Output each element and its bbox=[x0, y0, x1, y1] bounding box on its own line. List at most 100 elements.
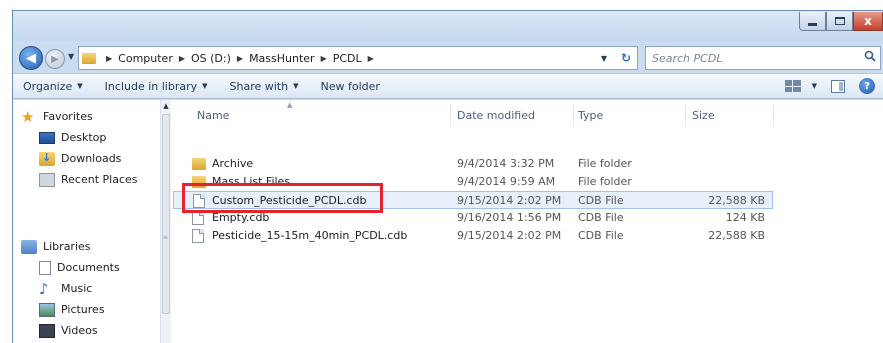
column-header-date[interactable]: Date modified bbox=[457, 109, 535, 122]
search-box[interactable]: Search PCDL bbox=[645, 46, 881, 70]
file-type: File folder bbox=[578, 175, 632, 188]
libraries-icon bbox=[21, 239, 37, 254]
file-size: 124 KB bbox=[725, 211, 765, 224]
share-with-menu[interactable]: Share with ▼ bbox=[230, 80, 299, 93]
column-header-name[interactable]: Name bbox=[197, 109, 229, 122]
nav-label: Documents bbox=[57, 261, 120, 274]
arrow-right-icon: ▶ bbox=[51, 53, 59, 65]
folder-icon bbox=[192, 176, 206, 188]
breadcrumb-computer[interactable]: Computer bbox=[118, 52, 173, 65]
nav-item-recent-places[interactable]: Recent Places bbox=[21, 169, 138, 190]
preview-pane-icon[interactable] bbox=[831, 79, 845, 93]
minimize-button[interactable] bbox=[799, 12, 826, 31]
search-input[interactable]: Search PCDL bbox=[652, 52, 722, 65]
maximize-icon bbox=[834, 17, 845, 25]
file-date: 9/4/2014 3:32 PM bbox=[457, 157, 555, 170]
file-type: File folder bbox=[578, 157, 632, 170]
nav-scrollbar[interactable]: ▲ ≡ bbox=[160, 100, 171, 343]
file-name: Mass List Files bbox=[212, 175, 291, 188]
nav-item-desktop[interactable]: Desktop bbox=[21, 127, 138, 148]
downloads-icon bbox=[39, 151, 55, 166]
nav-label: Videos bbox=[61, 324, 98, 337]
scroll-up-icon[interactable]: ▲ bbox=[161, 102, 171, 110]
breadcrumb-drive[interactable]: OS (D:) bbox=[191, 52, 231, 65]
include-in-library-label: Include in library bbox=[104, 79, 198, 93]
file-size: 22,588 KB bbox=[708, 229, 765, 242]
nav-item-music[interactable]: ♪ Music bbox=[21, 278, 120, 299]
refresh-icon[interactable]: ↻ bbox=[621, 51, 631, 65]
file-type: CDB File bbox=[578, 229, 624, 242]
nav-label: Downloads bbox=[61, 152, 122, 165]
search-icon[interactable] bbox=[864, 50, 876, 62]
close-button[interactable]: x bbox=[853, 12, 883, 31]
maximize-button[interactable] bbox=[826, 12, 853, 31]
file-name: Empty.cdb bbox=[212, 211, 270, 224]
nav-label: Favorites bbox=[43, 110, 93, 123]
include-in-library-menu[interactable]: Include in library ▼ bbox=[105, 80, 208, 93]
table-row-selected[interactable]: Custom_Pesticide_PCDL.cdb 9/15/2014 2:02… bbox=[173, 191, 773, 209]
help-icon[interactable]: ? bbox=[859, 78, 875, 94]
address-row: ◀ ▶ ▼ ▶ Computer ▶ OS (D:) ▶ MassHunter … bbox=[13, 41, 883, 73]
file-name: Custom_Pesticide_PCDL.cdb bbox=[212, 194, 367, 207]
back-button[interactable]: ◀ bbox=[19, 46, 43, 70]
sort-ascending-icon: ▲ bbox=[287, 101, 293, 109]
chevron-right-icon[interactable]: ▶ bbox=[368, 54, 374, 63]
column-header-type[interactable]: Type bbox=[578, 109, 603, 122]
new-folder-button[interactable]: New folder bbox=[320, 80, 379, 93]
chevron-down-icon[interactable]: ▼ bbox=[812, 82, 817, 90]
folder-icon bbox=[192, 158, 206, 170]
recent-pages-dropdown[interactable]: ▼ bbox=[68, 52, 74, 61]
chevron-down-icon: ▼ bbox=[202, 82, 208, 90]
table-row[interactable]: Pesticide_15-15m_40min_PCDL.cdb 9/15/201… bbox=[173, 227, 773, 245]
column-headers: Name ▲ Date modified Type Size bbox=[173, 100, 883, 128]
nav-item-downloads[interactable]: Downloads bbox=[21, 148, 138, 169]
chevron-right-icon[interactable]: ▶ bbox=[106, 54, 112, 63]
documents-icon bbox=[39, 260, 51, 275]
column-divider[interactable] bbox=[773, 104, 774, 126]
file-icon bbox=[192, 211, 204, 225]
file-date: 9/16/2014 1:56 PM bbox=[457, 211, 562, 224]
nav-item-documents[interactable]: Documents bbox=[21, 257, 120, 278]
recent-places-icon bbox=[39, 172, 55, 187]
nav-label: Recent Places bbox=[61, 173, 138, 186]
address-bar[interactable]: ▶ Computer ▶ OS (D:) ▶ MassHunter ▶ PCDL… bbox=[78, 46, 638, 70]
chevron-down-icon: ▼ bbox=[293, 82, 299, 90]
column-header-size[interactable]: Size bbox=[692, 109, 715, 122]
favorites-group: ★ Favorites Desktop Downloads Recent Pla… bbox=[21, 106, 138, 190]
change-view-icon[interactable] bbox=[784, 80, 801, 92]
breadcrumb-pcdl[interactable]: PCDL bbox=[333, 52, 362, 65]
file-name: Pesticide_15-15m_40min_PCDL.cdb bbox=[212, 229, 408, 242]
splitter-grip-icon[interactable]: ≡ bbox=[163, 235, 168, 241]
nav-item-libraries[interactable]: Libraries bbox=[21, 236, 120, 257]
nav-label: Pictures bbox=[61, 303, 105, 316]
organize-label: Organize bbox=[23, 79, 73, 93]
file-icon bbox=[192, 229, 204, 243]
title-bar[interactable]: x bbox=[13, 11, 883, 41]
minimize-icon bbox=[808, 22, 817, 26]
column-divider[interactable] bbox=[450, 104, 451, 126]
pictures-icon bbox=[39, 302, 55, 317]
table-row[interactable]: Mass List Files 9/4/2014 9:59 AM File fo… bbox=[173, 173, 773, 191]
scroll-thumb[interactable] bbox=[162, 114, 170, 314]
breadcrumb-masshunter[interactable]: MassHunter bbox=[249, 52, 315, 65]
column-divider[interactable] bbox=[573, 104, 574, 126]
column-divider[interactable] bbox=[685, 104, 686, 126]
nav-label: Music bbox=[61, 282, 93, 295]
nav-item-pictures[interactable]: Pictures bbox=[21, 299, 120, 320]
explorer-window: x ◀ ▶ ▼ ▶ Computer ▶ OS (D:) ▶ MassHunte… bbox=[12, 10, 883, 343]
nav-item-favorites[interactable]: ★ Favorites bbox=[21, 106, 138, 127]
table-row[interactable]: Archive 9/4/2014 3:32 PM File folder bbox=[173, 155, 773, 173]
chevron-right-icon[interactable]: ▶ bbox=[321, 54, 327, 63]
file-date: 9/15/2014 2:02 PM bbox=[457, 229, 562, 242]
share-with-label: Share with bbox=[229, 79, 289, 93]
table-row[interactable]: Empty.cdb 9/16/2014 1:56 PM CDB File 124… bbox=[173, 209, 773, 227]
new-folder-label: New folder bbox=[320, 79, 380, 93]
forward-button[interactable]: ▶ bbox=[45, 49, 65, 69]
chevron-right-icon[interactable]: ▶ bbox=[237, 54, 243, 63]
command-bar: Organize ▼ Include in library ▼ Share wi… bbox=[13, 73, 883, 99]
organize-menu[interactable]: Organize ▼ bbox=[23, 80, 83, 93]
nav-item-videos[interactable]: Videos bbox=[21, 320, 120, 341]
address-history-dropdown[interactable]: ▼ bbox=[601, 54, 607, 63]
chevron-right-icon[interactable]: ▶ bbox=[179, 54, 185, 63]
file-size: 22,588 KB bbox=[708, 194, 765, 207]
